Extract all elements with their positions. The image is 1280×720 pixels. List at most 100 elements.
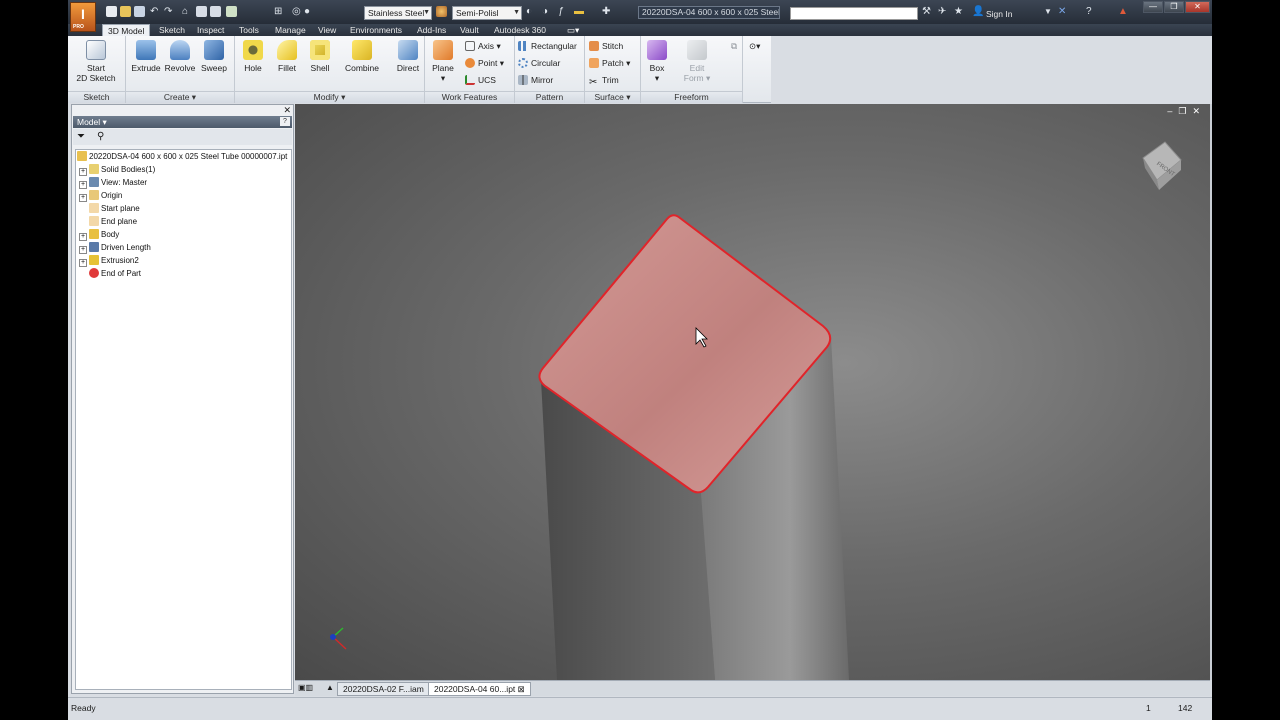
favorites-icon[interactable]: ★ [954,7,963,17]
plane-icon [89,203,99,213]
expand-icon[interactable]: + [79,168,87,176]
create-group-label[interactable]: Create ▾ [126,91,234,103]
tab-environments[interactable]: Environments [345,24,407,36]
document-tab-close-icon[interactable]: ⊠ [518,684,525,694]
tab-add-ins[interactable]: Add-Ins [412,24,451,36]
tree-node[interactable]: + Extrusion2 [76,254,291,267]
ribbon-options-icon[interactable]: ▭▾ [562,24,584,36]
ribbon-dropdown-icon[interactable]: ⊙▾ [749,39,760,53]
modify-group-label[interactable]: Modify ▾ [235,91,424,103]
tab-inspect[interactable]: Inspect [192,24,229,36]
surface-group-label[interactable]: Surface ▾ [585,91,640,103]
tab-tools[interactable]: Tools [234,24,264,36]
tree-node[interactable]: + Origin [76,189,291,202]
tools-icon[interactable]: ⚒ [922,7,931,17]
update-icon[interactable] [210,6,221,17]
parameters-icon[interactable]: ƒ [558,7,564,17]
panel-close-icon[interactable]: ✕ [283,105,291,116]
tab-vault[interactable]: Vault [455,24,484,36]
tab-manage[interactable]: Manage [270,24,311,36]
trim-button[interactable]: ✂ Trim [589,73,619,88]
help-icon[interactable]: ? [1086,7,1092,17]
browser-dropdown-icon: ▾ [102,117,107,127]
browser-help-icon[interactable]: ? [280,117,290,126]
expand-icon[interactable]: + [79,259,87,267]
tree-node[interactable]: + View: Master [76,176,291,189]
sweep-button[interactable]: Sweep [194,40,234,73]
expand-icon[interactable]: + [79,246,87,254]
new-icon[interactable] [106,6,117,17]
model-browser: ✕ Model ▾? ⏷ ⚲ 20220DSA-04 600 x 600 x 0… [71,104,294,694]
sign-in-link[interactable]: Sign In [986,9,1012,19]
edit-form-button[interactable]: Edit Form ▾ [677,40,717,83]
tree-node[interactable]: End of Part [76,267,291,280]
direct-label: Direct [396,63,420,73]
tree-node[interactable]: 20220DSA-04 600 x 600 x 025 Steel Tube 0… [76,150,291,163]
direct-button[interactable]: Direct [388,40,428,73]
application-menu-button[interactable]: I PRO [70,2,96,32]
tree-node[interactable]: End plane [76,215,291,228]
open-icon[interactable] [120,6,131,17]
circular-pattern-button[interactable]: Circular [518,56,560,70]
mirror-button[interactable]: Mirror [518,73,553,87]
select-icon[interactable] [226,6,237,17]
adjust-icon[interactable]: ◎ [292,7,301,17]
panel-options-icon[interactable]: ⧉ [731,39,737,53]
axis-triad-icon [330,627,347,650]
expand-icon[interactable]: + [79,194,87,202]
solid-bodies-icon [89,164,99,174]
tree-node[interactable]: + Solid Bodies(1) [76,163,291,176]
viewcube-icon[interactable]: FRONT [1142,141,1182,190]
tab-autodesk-360[interactable]: Autodesk 360 [489,24,551,36]
document-tab-part[interactable]: 20220DSA-04 60...ipt ⊠ [428,682,531,696]
color-icon[interactable]: ● [304,7,310,17]
document-tab-assembly[interactable]: 20220DSA-02 F...iam [337,682,430,696]
box-button[interactable]: Box ▾ [637,40,677,83]
home-icon[interactable]: ⌂ [182,7,188,17]
rectangular-pattern-button[interactable]: Rectangular [518,39,577,53]
restore-button[interactable]: ❐ [1164,1,1184,13]
highlight-icon[interactable]: ▬ [574,7,584,17]
stitch-button[interactable]: Stitch [589,39,623,53]
print-icon[interactable] [196,6,207,17]
find-icon[interactable]: ⚲ [97,131,104,142]
expand-icon[interactable]: + [79,181,87,189]
plane-button[interactable]: Plane ▾ [423,40,463,83]
add-icon[interactable]: ✚ [602,7,610,17]
redo-icon[interactable]: ↷ [164,7,172,17]
tab-menu-icon[interactable]: ▲ [326,683,334,692]
point-button[interactable]: Point ▾ [465,56,504,70]
material-select[interactable]: Stainless Steel ▼ [364,6,432,20]
tab-sketch[interactable]: Sketch [154,24,190,36]
tab-3d-model[interactable]: 3D Model [102,24,151,36]
measure-icon[interactable]: ⊞ [274,7,282,17]
ucs-button[interactable]: UCS [465,73,496,87]
patch-button[interactable]: Patch ▾ [589,56,630,70]
appearance-select[interactable]: Semi-Polisl ▼ [452,6,522,20]
shell-button[interactable]: Shell [300,40,340,73]
material-value: Stainless Steel [368,8,425,18]
tile-windows-icon[interactable]: ▣▥ [298,683,313,692]
signin-dropdown-icon[interactable]: ▼ [1044,7,1052,17]
filter-icon[interactable]: ⏷ [77,131,85,142]
tree-node[interactable]: + Body [76,228,291,241]
communication-icon[interactable]: ✈ [938,7,946,17]
tree-node[interactable]: Start plane [76,202,291,215]
modify-label: Modify [313,92,339,102]
graphics-viewport[interactable]: –❐✕ FRONT [295,104,1210,680]
start-2d-sketch-button[interactable]: Start 2D Sketch [76,40,116,83]
browser-header[interactable]: Model ▾? [73,116,292,128]
help-search-input[interactable] [790,7,918,20]
close-button[interactable]: ✕ [1185,1,1210,13]
tab-view[interactable]: View [313,24,341,36]
expand-icon[interactable]: + [79,233,87,241]
clear-appearance-icon[interactable]: ◐ [526,7,532,17]
axis-button[interactable]: Axis ▾ [465,39,501,53]
save-icon[interactable] [134,6,145,17]
undo-icon[interactable]: ↶ [150,7,158,17]
adjust-appearance-icon[interactable]: ◑ [542,7,548,17]
minimize-button[interactable]: — [1143,1,1163,13]
combine-button[interactable]: Combine [342,40,382,73]
exchange-icon[interactable]: ✕ [1058,7,1066,17]
tree-node[interactable]: + Driven Length [76,241,291,254]
